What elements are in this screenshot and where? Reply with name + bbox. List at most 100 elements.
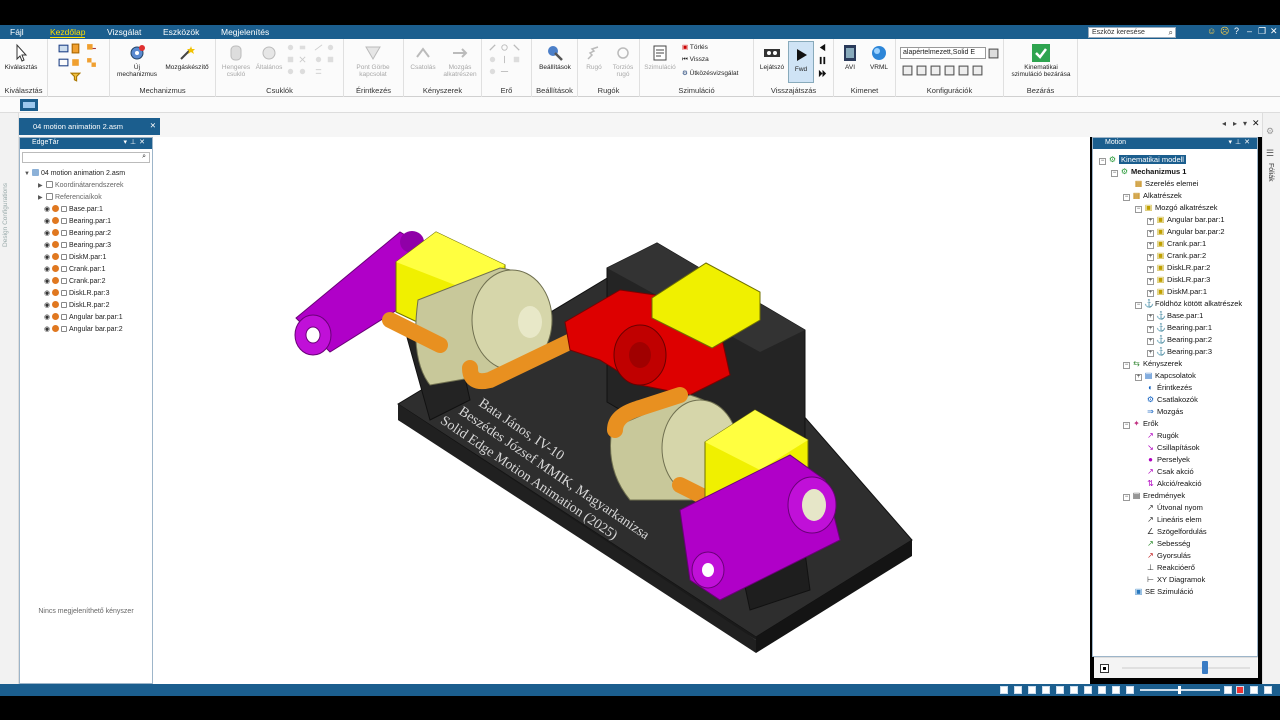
layers-label[interactable]: Fóliák xyxy=(1267,163,1274,182)
bushing-icon[interactable] xyxy=(512,55,521,64)
reverse-icon[interactable] xyxy=(818,43,827,52)
cylindrical-joint-button[interactable]: Hengeres csukló xyxy=(218,43,254,78)
select-color-icon[interactable] xyxy=(70,43,81,54)
search-icon[interactable]: ⌕ xyxy=(142,153,146,161)
layers-icon[interactable]: ☰ xyxy=(1266,148,1274,159)
config-save-icon[interactable] xyxy=(988,48,999,59)
expand-toggle[interactable]: + xyxy=(1147,266,1154,273)
motion-tree-item[interactable]: ↗ Gyorsulás xyxy=(1135,550,1191,561)
pause-icon[interactable] xyxy=(818,56,827,65)
select-button[interactable]: Kiválasztás xyxy=(4,43,38,71)
right-rail-tool-icon[interactable]: ⚙ xyxy=(1266,126,1274,137)
zoom-slider[interactable] xyxy=(1140,686,1220,694)
eye-icon[interactable]: ◉ xyxy=(44,253,52,263)
gravity-icon[interactable] xyxy=(500,55,509,64)
motion-tree-item[interactable]: + ▣ Angular bar.par:1 xyxy=(1147,214,1225,225)
expand-toggle[interactable]: + xyxy=(1147,242,1154,249)
part-row[interactable]: ◉ Bearing.par:2 xyxy=(44,229,111,239)
eye-icon[interactable]: ◉ xyxy=(44,325,52,335)
eye-icon[interactable]: ◉ xyxy=(44,301,52,311)
new-mechanism-button[interactable]: Új mechanizmus xyxy=(114,43,160,78)
motion-tree-item[interactable]: + ▣ Crank.par:1 xyxy=(1147,238,1206,249)
status-view-icon-7[interactable] xyxy=(1084,686,1092,694)
config-icon-5[interactable] xyxy=(958,65,969,76)
record-icon[interactable] xyxy=(1250,686,1258,694)
filter-icon[interactable] xyxy=(70,71,81,82)
collapse-icon[interactable]: ▼ xyxy=(24,169,32,179)
status-view-icon-4[interactable] xyxy=(1042,686,1050,694)
select-box-icon[interactable] xyxy=(58,43,69,54)
motion-tree-item[interactable]: ▦ Szerelés elemei xyxy=(1123,178,1199,189)
status-view-icon-8[interactable] xyxy=(1098,686,1106,694)
inplane-joint-icon[interactable] xyxy=(286,67,295,76)
motion-tree-item[interactable]: + ▣ DiskM.par:1 xyxy=(1147,286,1207,297)
motion-tree-item[interactable]: + ▣ Crank.par:2 xyxy=(1147,250,1206,261)
part-row[interactable]: ◉ Bearing.par:1 xyxy=(44,217,111,227)
eye-icon[interactable]: ◉ xyxy=(44,277,52,287)
tree-coordinate-systems[interactable]: ▶ Koordinátarendszerek xyxy=(38,181,124,191)
tab-list-icon[interactable]: ▾ xyxy=(1243,119,1247,128)
smiley-icon[interactable]: ☺ xyxy=(1207,26,1216,36)
expand-icon[interactable]: ▶ xyxy=(38,193,46,203)
motion-tree-item[interactable]: − ✦ Erők xyxy=(1123,418,1158,429)
expand-toggle[interactable]: + xyxy=(1135,374,1142,381)
tool-search-input[interactable]: Eszköz keresése ⌕ xyxy=(1088,27,1176,38)
part-row[interactable]: ◉ Crank.par:2 xyxy=(44,277,106,287)
universal-joint-icon[interactable] xyxy=(286,55,295,64)
fixed-joint-icon[interactable] xyxy=(298,55,307,64)
search-icon[interactable]: ⌕ xyxy=(1169,28,1173,38)
expand-toggle[interactable]: + xyxy=(1147,230,1154,237)
prismatic-joint-icon[interactable] xyxy=(298,43,307,52)
motion-tree-item[interactable]: ⇅ Akció/reakció xyxy=(1135,478,1201,489)
point-curve-button[interactable]: Pont Görbe kapcsolat xyxy=(348,43,398,78)
expand-toggle[interactable]: + xyxy=(1147,314,1154,321)
restore-icon[interactable]: ❐ xyxy=(1258,26,1266,37)
motion-tree-item[interactable]: ↘ Csillapítások xyxy=(1135,442,1199,453)
motion-tree-item[interactable]: ∠ Szögelfordulás xyxy=(1135,526,1207,537)
motion-tree-item[interactable]: ↗ Sebesség xyxy=(1135,538,1190,549)
status-view-icon-1[interactable] xyxy=(1000,686,1008,694)
avi-button[interactable]: AVI xyxy=(836,43,864,71)
config-icon-2[interactable] xyxy=(916,65,927,76)
minimize-icon[interactable]: – xyxy=(1247,26,1252,36)
timeline-thumb[interactable] xyxy=(1202,661,1208,674)
part-row[interactable]: ◉ Angular bar.par:2 xyxy=(44,325,123,335)
expand-toggle[interactable]: + xyxy=(1147,326,1154,333)
panel-controls-icon[interactable]: ▾⊥✕ xyxy=(1229,138,1253,146)
config-icon-4[interactable] xyxy=(944,65,955,76)
motion-tree-item[interactable]: + ▣ Angular bar.par:2 xyxy=(1147,226,1225,237)
menu-file[interactable]: Fájl xyxy=(10,27,24,37)
status-view-icon-3[interactable] xyxy=(1028,686,1036,694)
part-row[interactable]: ◉ DiskM.par:1 xyxy=(44,253,106,263)
expand-toggle[interactable]: + xyxy=(1147,350,1154,357)
panel-controls-icon[interactable]: ▾⊥✕ xyxy=(124,138,148,146)
collapse-toggle[interactable]: − xyxy=(1123,422,1130,429)
revolute-joint-icon[interactable] xyxy=(286,43,295,52)
spherical-joint-icon[interactable] xyxy=(326,43,335,52)
part-row[interactable]: ◉ Base.par:1 xyxy=(44,205,103,215)
spring-force-icon[interactable] xyxy=(500,67,509,76)
interference-check-button[interactable]: ⚙ Ütközésvizsgálat xyxy=(682,69,738,77)
collapse-toggle[interactable]: − xyxy=(1099,158,1106,165)
status-view-icon-9[interactable] xyxy=(1112,686,1120,694)
motion-tree-item[interactable]: + ⚓Bearing.par:3 xyxy=(1147,346,1212,357)
rectangle-select-icon[interactable] xyxy=(58,57,69,68)
force-icon[interactable] xyxy=(488,43,497,52)
motion-tree-item[interactable]: + ⚓Base.par:1 xyxy=(1147,310,1203,321)
pathfinder-toggle-icon[interactable] xyxy=(20,99,38,111)
timeline-track[interactable] xyxy=(1122,667,1250,669)
player-button[interactable]: Lejátszó xyxy=(756,43,788,71)
motion-tree-item[interactable]: + ▣ DiskLR.par:2 xyxy=(1147,262,1210,273)
orientation-joint-icon[interactable] xyxy=(298,67,307,76)
document-tab[interactable]: 04 motion animation 2.asm ✕ xyxy=(19,118,160,135)
settings-button[interactable]: Beállítások xyxy=(534,43,576,71)
part-row[interactable]: ◉ Bearing.par:3 xyxy=(44,241,111,251)
motion-tree-item[interactable]: ⊥ Reakcióerő xyxy=(1135,562,1195,573)
vrml-button[interactable]: VRML xyxy=(864,43,894,71)
delete-results-button[interactable]: ▣ Törlés xyxy=(682,43,708,51)
video-icon[interactable] xyxy=(1236,686,1244,694)
motion-tree-item[interactable]: ◐ Érintkezés xyxy=(1135,382,1192,393)
motion-tree-item[interactable]: ↗ Lineáris elem xyxy=(1135,514,1201,525)
config-icon-6[interactable] xyxy=(972,65,983,76)
graphics-viewport[interactable]: Bata János, IV-10 Beszédes József MMIK, … xyxy=(153,137,1090,684)
